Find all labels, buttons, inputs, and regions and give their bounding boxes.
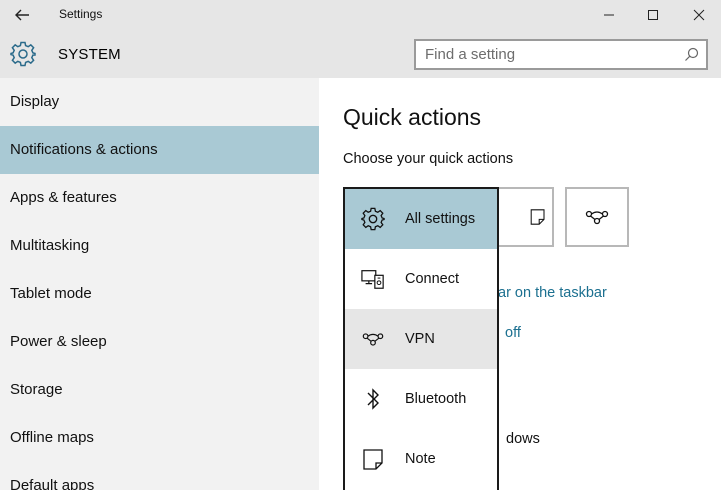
section-title: SYSTEM	[58, 46, 121, 63]
search-input[interactable]	[425, 46, 665, 63]
sidebar-item-label: Default apps	[10, 477, 95, 490]
sidebar-item-display[interactable]: Display	[0, 78, 319, 126]
sidebar-item-label: Offline maps	[10, 429, 94, 446]
minimize-icon	[604, 14, 614, 16]
sidebar-item-label: Notifications & actions	[10, 141, 158, 158]
dropdown-item-label: Note	[405, 451, 436, 467]
minimize-button[interactable]	[598, 4, 620, 26]
sidebar-item-multitasking[interactable]: Multitasking	[0, 222, 319, 270]
header: SYSTEM	[0, 30, 721, 78]
dropdown-item-label: VPN	[405, 331, 435, 347]
maximize-button[interactable]	[642, 4, 664, 26]
quick-action-tile-note[interactable]	[490, 187, 554, 247]
dropdown-item-label: Connect	[405, 271, 460, 287]
sidebar-item-notifications-actions[interactable]: Notifications & actions	[0, 126, 319, 174]
sidebar-item-tablet-mode[interactable]: Tablet mode	[0, 270, 319, 318]
title-bar: Settings	[0, 0, 721, 30]
quick-action-tile-vpn[interactable]	[565, 187, 629, 247]
search-box[interactable]	[414, 39, 708, 70]
close-button[interactable]	[688, 4, 710, 26]
gear-icon	[361, 207, 385, 231]
system-icons-link[interactable]: off	[505, 325, 521, 341]
dropdown-item-all-settings[interactable]: All settings	[345, 189, 497, 249]
sidebar-item-offline-maps[interactable]: Offline maps	[0, 414, 319, 462]
dropdown-item-vpn[interactable]: VPN	[345, 309, 497, 369]
page-title: Quick actions	[343, 104, 482, 130]
vpn-icon	[585, 210, 609, 225]
back-arrow-icon[interactable]	[13, 6, 31, 24]
sidebar-item-default-apps[interactable]: Default apps	[0, 462, 319, 490]
dropdown-item-connect[interactable]: Connect	[345, 249, 497, 309]
dropdown-item-label: Bluetooth	[405, 391, 467, 407]
sidebar-item-label: Multitasking	[10, 237, 90, 254]
sidebar-item-power-sleep[interactable]: Power & sleep	[0, 318, 319, 366]
note-icon	[530, 209, 545, 225]
connect-icon	[361, 270, 384, 289]
page-subtitle: Choose your quick actions	[343, 151, 514, 167]
sidebar-item-label: Display	[10, 93, 60, 110]
sidebar-item-label: Power & sleep	[10, 333, 107, 350]
vpn-icon	[362, 333, 384, 346]
taskbar-icons-link[interactable]: ar on the taskbar	[498, 285, 607, 301]
gear-icon	[10, 41, 36, 67]
quick-action-dropdown: All settings Connect VPN Bluetooth Note	[343, 187, 499, 490]
notifications-text: dows	[506, 431, 540, 447]
sidebar-item-apps-features[interactable]: Apps & features	[0, 174, 319, 222]
window-title: Settings	[59, 7, 103, 21]
dropdown-item-label: All settings	[405, 211, 476, 227]
sidebar-item-label: Storage	[10, 381, 63, 398]
dropdown-item-note[interactable]: Note	[345, 429, 497, 489]
sidebar-item-label: Tablet mode	[10, 285, 92, 302]
bluetooth-icon	[367, 388, 379, 410]
maximize-icon	[648, 10, 658, 20]
note-icon	[363, 449, 383, 470]
sidebar-item-label: Apps & features	[10, 189, 117, 206]
sidebar: Display Notifications & actions Apps & f…	[0, 78, 319, 490]
close-icon	[693, 9, 705, 21]
sidebar-item-storage[interactable]: Storage	[0, 366, 319, 414]
dropdown-item-bluetooth[interactable]: Bluetooth	[345, 369, 497, 429]
search-icon[interactable]	[684, 47, 699, 62]
